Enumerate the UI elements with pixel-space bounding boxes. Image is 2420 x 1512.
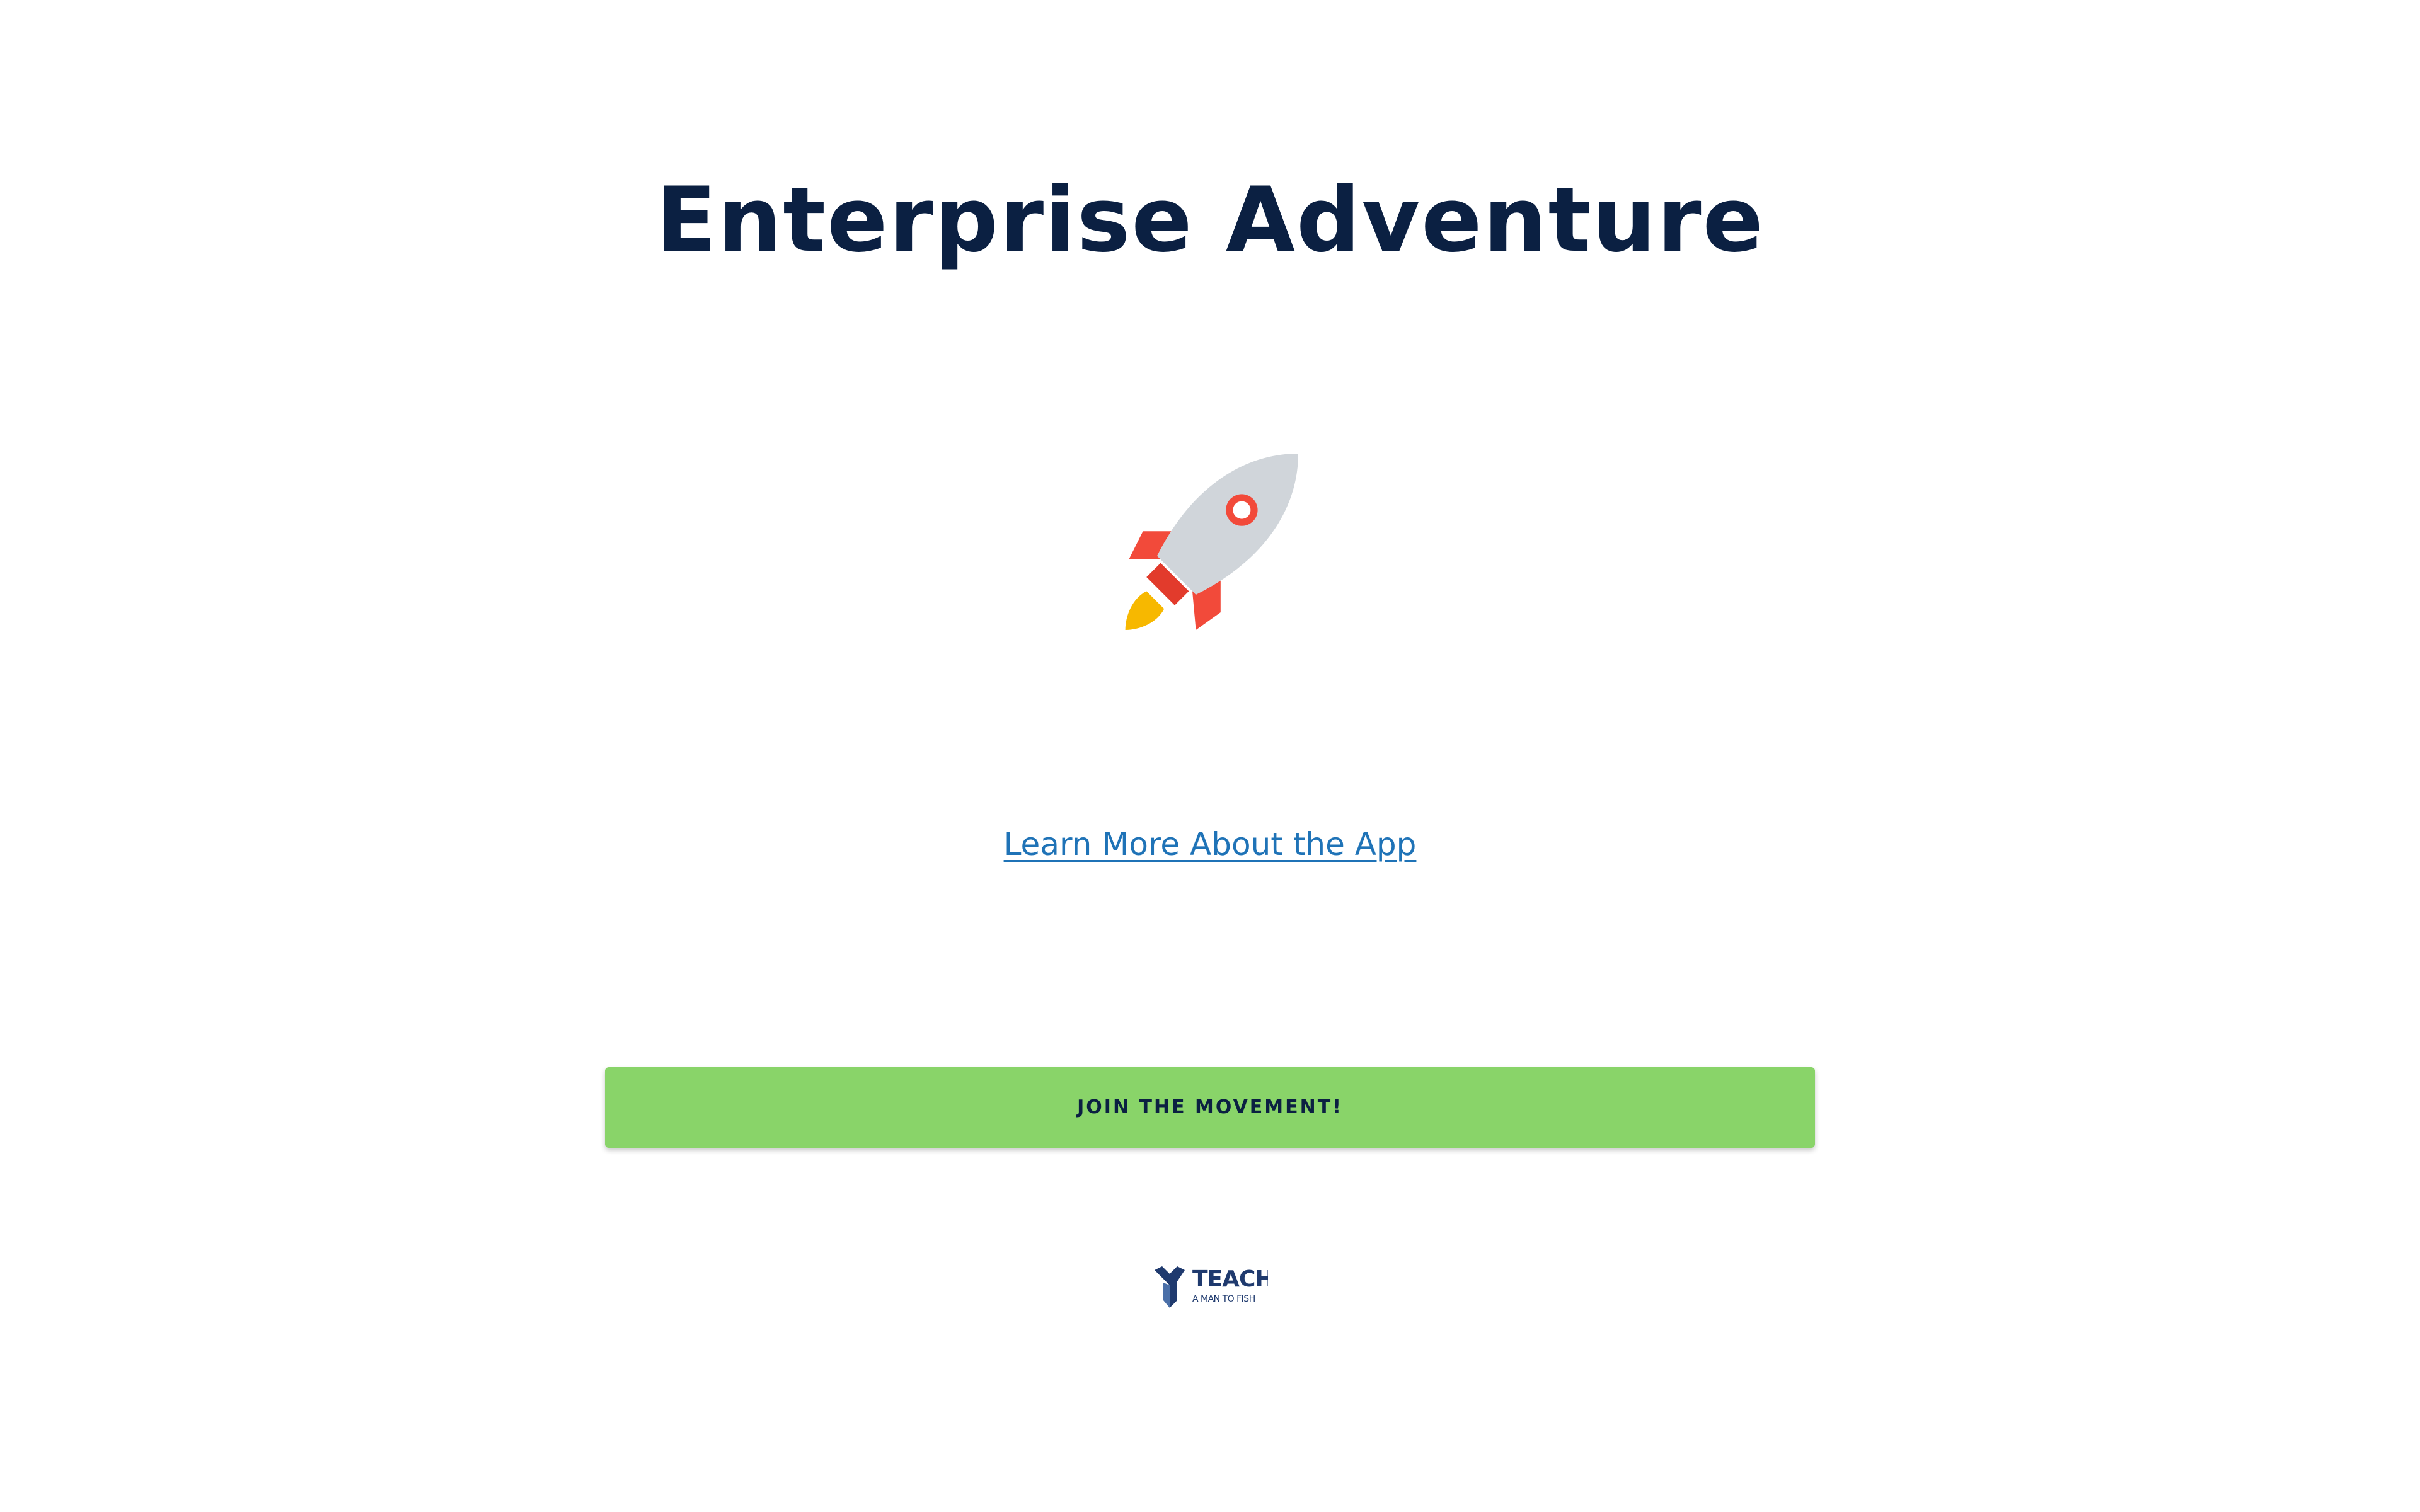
page-title: Enterprise Adventure [655,168,1765,272]
teach-logo-mark-icon [1155,1266,1185,1308]
learn-more-link[interactable]: Learn More About the App [0,819,2420,869]
landing-page: Enterprise Adventure Learn More About th… [0,0,2420,1512]
teach-logo: TEACH A MAN TO FISH [1155,1263,1268,1310]
logo-sub-text: A MAN TO FISH [1192,1294,1255,1304]
logo-main-text: TEACH [1192,1266,1268,1292]
rocket-icon [1122,454,1298,630]
join-movement-button[interactable]: JOIN THE MOVEMENT! [605,1067,1815,1148]
